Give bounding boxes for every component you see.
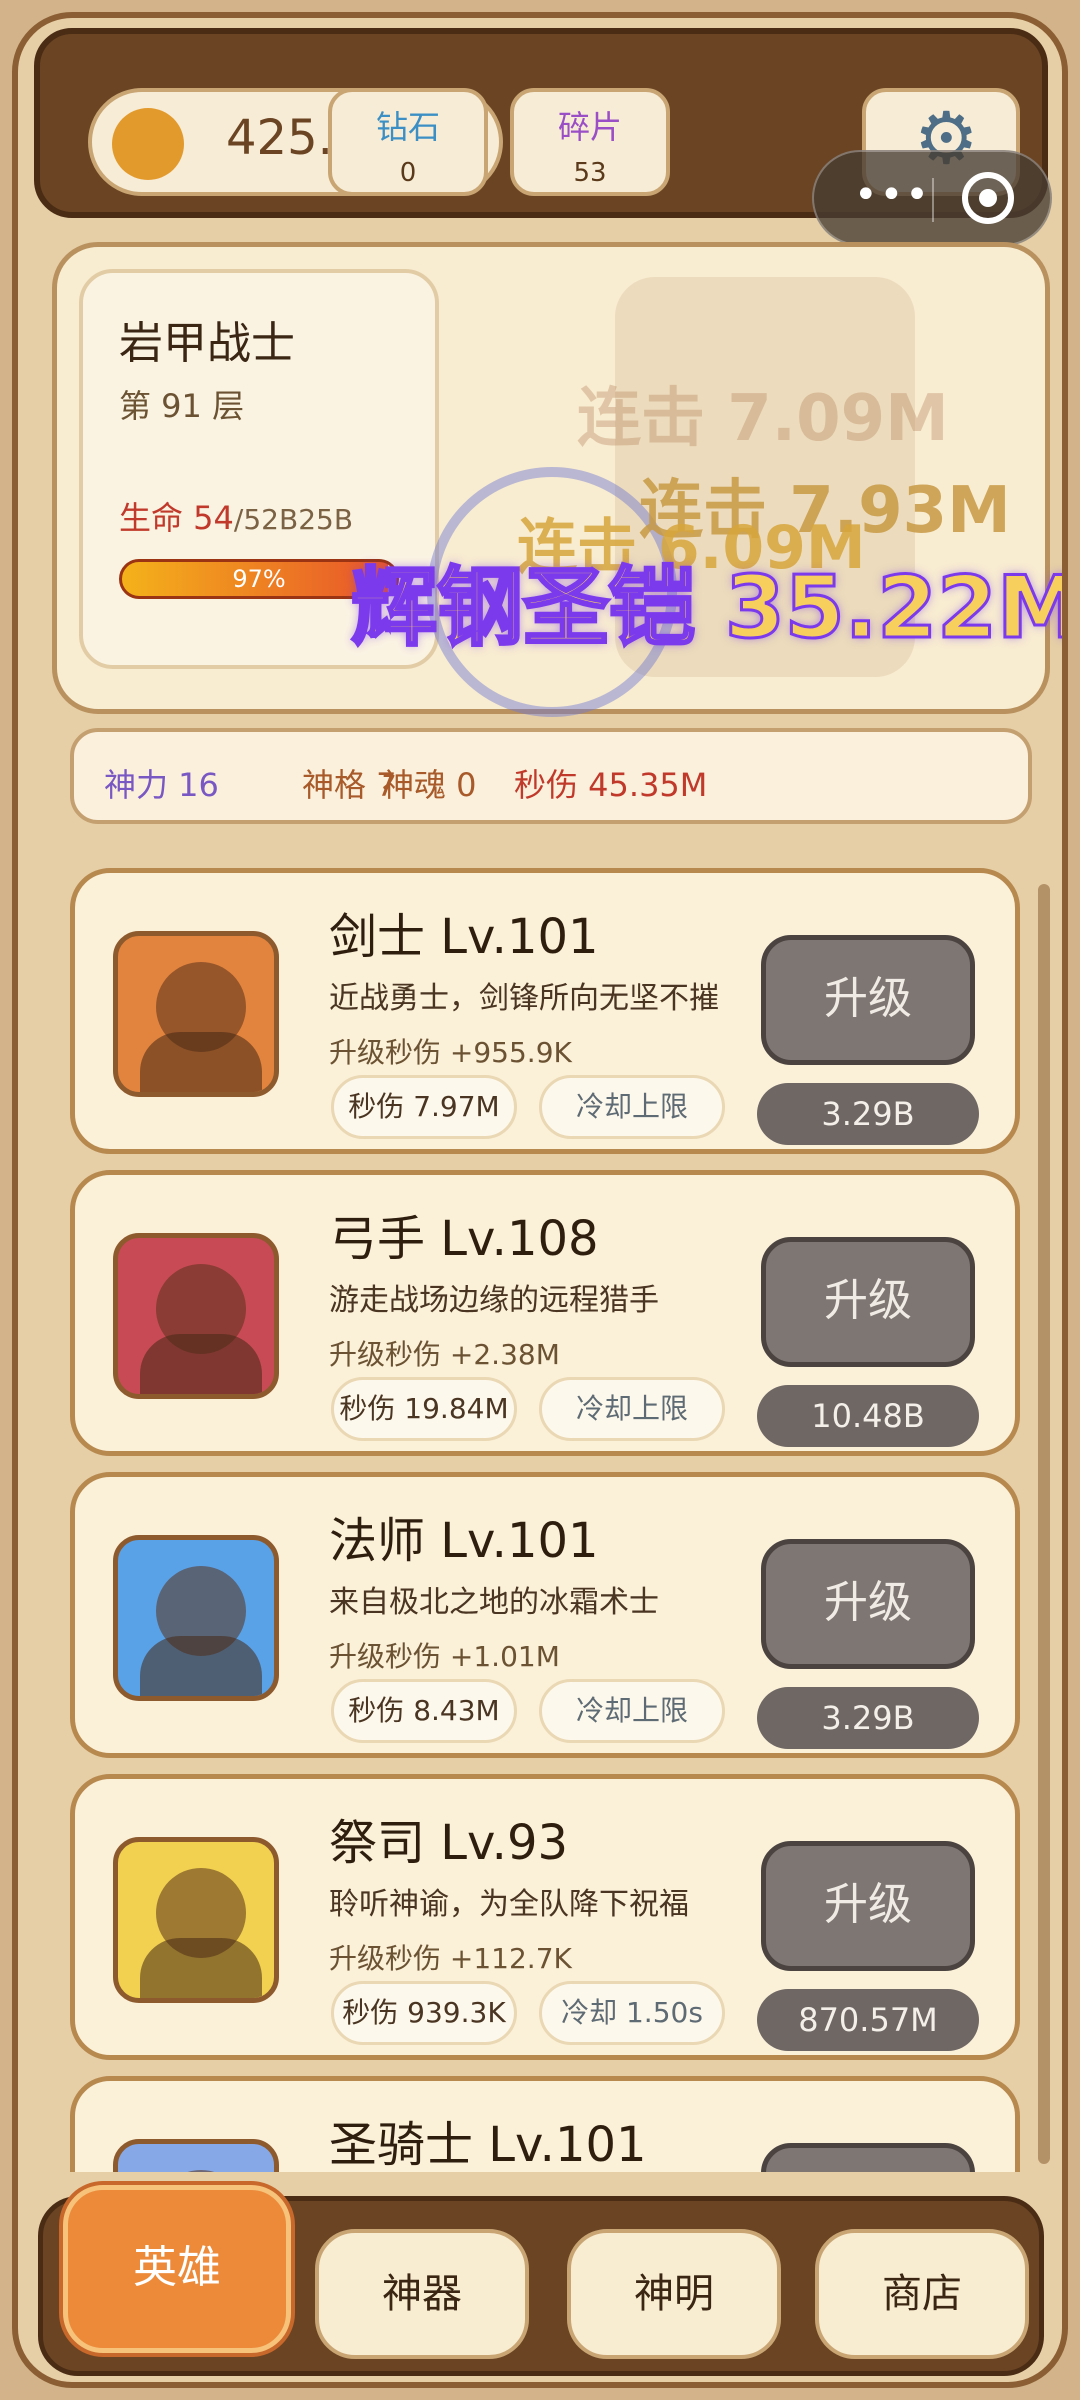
hero-cooldown-pill: 冷却上限 (539, 1679, 725, 1743)
stat-dps: 秒伤 45.35M (514, 766, 708, 804)
damage-float-text: 连击 7.09M (577, 382, 949, 456)
hero-list[interactable]: 剑士 Lv.101 近战勇士，剑锋所向无坚不摧 升级秒伤 +955.9K 秒伤 7.9… (70, 868, 1030, 2172)
stats-bar: 神力 16 神格 7 神魂 0 秒伤 45.35M (70, 728, 1032, 824)
hero-name: 剑士 Lv.101 (329, 909, 599, 965)
tab-gods[interactable]: 神明 (567, 2229, 781, 2359)
upgrade-button[interactable]: 升级 (761, 1841, 975, 1971)
hero-name: 法师 Lv.101 (329, 1513, 599, 1569)
hero-card[interactable]: 弓手 Lv.108 游走战场边缘的远程猎手 升级秒伤 +2.38M 秒伤 19.84M… (70, 1170, 1020, 1456)
hero-avatar[interactable] (113, 931, 279, 1097)
hero-dps-pill: 秒伤 7.97M (331, 1075, 517, 1139)
miniprogram-capsule: ••• (812, 150, 1052, 246)
hero-description: 游走战场边缘的远程猎手 (329, 1283, 659, 1318)
enemy-name: 岩甲战士 (119, 318, 295, 369)
shard-display: 碎片 53 (510, 88, 670, 196)
upgrade-cost: 870.57M (757, 1989, 979, 2051)
upgrade-button[interactable]: 升级 (761, 935, 975, 1065)
more-icon[interactable]: ••• (854, 172, 931, 218)
hero-list-scrollbar[interactable] (1038, 884, 1050, 2164)
enemy-hp: 生命 54/52B25B (119, 493, 353, 539)
hero-cooldown-pill: 冷却 1.50s (539, 1981, 725, 2045)
stat-power: 神力 16 (104, 766, 219, 804)
upgrade-button[interactable]: 升级 (761, 1237, 975, 1367)
shard-label: 碎片 (557, 108, 622, 146)
hero-description: 近战勇士，剑锋所向无坚不摧 (329, 981, 719, 1016)
upgrade-button[interactable] (761, 2143, 975, 2172)
hero-portrait-body (140, 1334, 262, 1394)
stat-soul: 神魂 0 (382, 766, 477, 804)
hero-portrait-body (140, 1032, 262, 1092)
diamond-display: 钻石 0 (328, 88, 488, 196)
close-miniprogram-icon[interactable] (962, 172, 1014, 224)
hero-card[interactable]: 祭司 Lv.93 聆听神谕，为全队降下祝福 升级秒伤 +112.7K 秒伤 939.3… (70, 1774, 1020, 2060)
gold-coin-icon (112, 108, 184, 180)
hero-name: 圣骑士 Lv.101 (329, 2117, 647, 2172)
battle-panel[interactable]: 岩甲战士 第 91 层 生命 54/52B25B 97% 连击 7.09M 连击… (52, 242, 1062, 717)
tab-heroes[interactable]: 英雄 (63, 2185, 291, 2353)
enemy-hp-overlap: 25B (298, 503, 354, 536)
enemy-floor: 第 91 层 (119, 387, 245, 425)
hero-name: 祭司 Lv.93 (329, 1815, 569, 1871)
hero-upgrade-gain: 升级秒伤 +955.9K (329, 1036, 572, 1069)
diamond-value: 0 (399, 158, 417, 188)
tab-artifacts[interactable]: 神器 (315, 2229, 529, 2359)
hero-avatar[interactable] (113, 1233, 279, 1399)
hero-card[interactable]: 法师 Lv.101 来自极北之地的冰霜术士 升级秒伤 +1.01M 秒伤 8.43M 冷… (70, 1472, 1020, 1758)
capsule-divider (932, 178, 934, 222)
hero-upgrade-gain: 升级秒伤 +2.38M (329, 1338, 560, 1371)
hero-portrait-body (140, 1636, 262, 1696)
game-frame: 425.69M 钻石 0 碎片 53 ⚙ ••• 岩甲战士 第 91 层 生命 … (12, 12, 1068, 2388)
hero-portrait-body (140, 1938, 262, 1998)
hero-card[interactable]: 剑士 Lv.101 近战勇士，剑锋所向无坚不摧 升级秒伤 +955.9K 秒伤 7.9… (70, 868, 1020, 1154)
hero-description: 来自极北之地的冰霜术士 (329, 1585, 659, 1620)
hero-avatar[interactable] (113, 2139, 279, 2172)
skill-damage-text: 辉钢圣铠 35.22M (350, 557, 1068, 660)
hero-description: 聆听神谕，为全队降下祝福 (329, 1887, 689, 1922)
hero-dps-pill: 秒伤 8.43M (331, 1679, 517, 1743)
hero-name: 弓手 Lv.108 (329, 1211, 599, 1267)
hero-upgrade-gain: 升级秒伤 +112.7K (329, 1942, 572, 1975)
hero-dps-pill: 秒伤 19.84M (331, 1377, 517, 1441)
upgrade-cost: 3.29B (757, 1687, 979, 1749)
bottom-nav: 英雄 神器 神明 商店 (38, 2185, 1044, 2376)
hero-avatar[interactable] (113, 1837, 279, 2003)
diamond-label: 钻石 (375, 108, 440, 146)
upgrade-cost: 10.48B (757, 1385, 979, 1447)
hero-cooldown-pill: 冷却上限 (539, 1377, 725, 1441)
upgrade-cost: 3.29B (757, 1083, 979, 1145)
shard-value: 53 (573, 158, 607, 188)
hero-upgrade-gain: 升级秒伤 +1.01M (329, 1640, 560, 1673)
enemy-hp-max: /52B (233, 503, 299, 536)
tab-shop[interactable]: 商店 (815, 2229, 1029, 2359)
enemy-hp-current: 生命 54 (119, 499, 234, 537)
upgrade-button[interactable]: 升级 (761, 1539, 975, 1669)
hero-portrait-head (156, 2170, 246, 2172)
hero-cooldown-pill: 冷却上限 (539, 1075, 725, 1139)
hero-dps-pill: 秒伤 939.3K (331, 1981, 517, 2045)
hero-avatar[interactable] (113, 1535, 279, 1701)
hero-card[interactable]: 圣骑士 Lv.101 (70, 2076, 1020, 2172)
